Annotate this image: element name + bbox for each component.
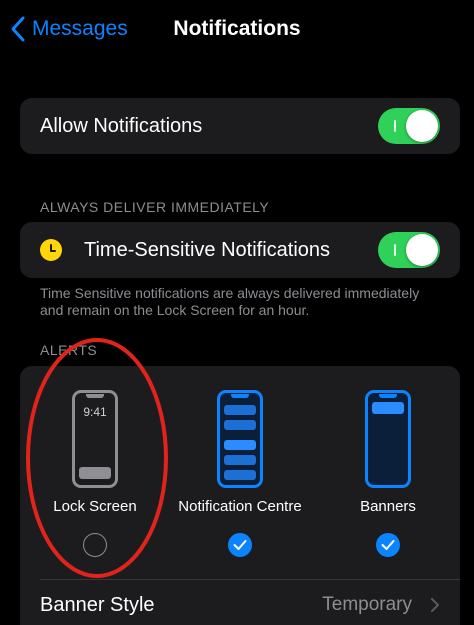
banners-phone-icon (365, 390, 411, 488)
alert-option-label: Banners (360, 498, 416, 515)
phone-notification-bar (224, 470, 256, 480)
phone-notch (379, 394, 397, 398)
alerts-section-header: ALERTS (40, 342, 98, 358)
banner-style-row[interactable]: Banner Style Temporary (20, 580, 460, 625)
toggle-on-mark (394, 244, 396, 256)
lock-screen-radio[interactable] (83, 533, 107, 557)
page-title: Notifications (173, 17, 301, 40)
time-sensitive-label: Time-Sensitive Notifications (84, 238, 331, 261)
phone-notification-bar (372, 402, 404, 414)
chevron-right-icon (431, 598, 439, 612)
nav-bar: Messages Notifications (0, 0, 474, 60)
notification-centre-radio[interactable] (228, 533, 252, 557)
time-sensitive-footnote: Time Sensitive notifications are always … (40, 285, 420, 318)
deliver-group: Time-Sensitive Notifications (20, 222, 460, 278)
checkmark-icon (381, 540, 395, 550)
lock-screen-phone-icon: 9:41 (72, 390, 118, 488)
phone-notification-bar (224, 405, 256, 415)
notifications-screen: Messages Notifications Allow Notificatio… (0, 0, 474, 625)
allow-notifications-toggle[interactable] (378, 108, 440, 144)
phone-notification-bar (224, 440, 256, 450)
allow-notifications-row: Allow Notifications (20, 98, 460, 154)
alert-option-lock-screen[interactable]: 9:41 Lock Screen (20, 390, 170, 557)
phone-notification-bar (224, 455, 256, 465)
banners-radio[interactable] (376, 533, 400, 557)
toggle-knob (406, 110, 438, 142)
time-sensitive-toggle[interactable] (378, 232, 440, 268)
banner-style-label: Banner Style (40, 593, 155, 616)
phone-notification-bar (79, 467, 111, 479)
toggle-knob (406, 234, 438, 266)
alert-option-label: Notification Centre (178, 498, 302, 515)
alert-option-banners[interactable]: Banners (313, 390, 463, 557)
deliver-section-header: ALWAYS DELIVER IMMEDIATELY (40, 199, 270, 215)
phone-notch (86, 394, 104, 398)
alerts-group: 9:41 Lock Screen Notification Centre Ban… (20, 366, 460, 625)
time-sensitive-row: Time-Sensitive Notifications (20, 222, 460, 278)
banner-style-value: Temporary (322, 594, 412, 615)
phone-notch (231, 394, 249, 398)
phone-notification-bar (224, 420, 256, 430)
checkmark-icon (233, 540, 247, 550)
alert-option-notification-centre[interactable]: Notification Centre (165, 390, 315, 557)
notification-centre-phone-icon (217, 390, 263, 488)
allow-notifications-label: Allow Notifications (40, 114, 203, 137)
toggle-on-mark (394, 120, 396, 132)
clock-icon (40, 239, 62, 261)
allow-group: Allow Notifications (20, 98, 460, 154)
alert-option-label: Lock Screen (53, 498, 137, 515)
lock-screen-time: 9:41 (83, 405, 107, 419)
